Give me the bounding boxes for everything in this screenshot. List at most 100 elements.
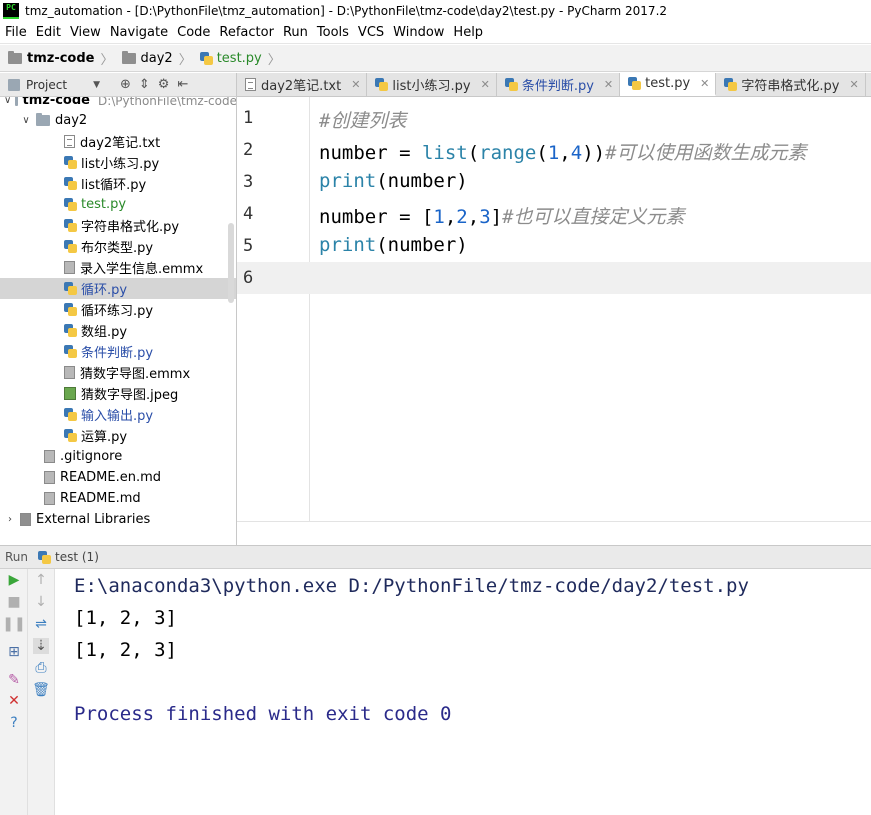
tree-item-tmz-code[interactable]: ∨ tmz-code D:\PythonFile\tmz-code	[0, 97, 236, 111]
menu-refactor[interactable]: Refactor	[214, 25, 278, 40]
hide-panel-icon[interactable]: ⇤	[177, 77, 188, 92]
trash-icon[interactable]: 🗑	[32, 682, 50, 698]
tree-item-operations[interactable]: 运算.py	[0, 425, 236, 446]
folder-icon	[8, 50, 22, 64]
editor-tab-bar: day2笔记.txt ✕ list小练习.py ✕ 条件判断.py ✕ test…	[237, 73, 871, 97]
tree-item-label: README.md	[60, 491, 141, 506]
code-builtin: print	[319, 234, 377, 256]
tree-scrollbar[interactable]	[228, 223, 234, 303]
menu-vcs[interactable]: VCS	[353, 25, 388, 40]
tree-item-day2[interactable]: ∨ day2	[0, 110, 236, 131]
tree-item-loop-exercise[interactable]: 循环练习.py	[0, 299, 236, 320]
chevron-down-icon[interactable]: ∨	[20, 115, 32, 126]
tree-item-day2-notes[interactable]: day2笔记.txt	[0, 131, 236, 152]
tab-day2-notes[interactable]: day2笔记.txt ✕	[237, 73, 368, 96]
pin-icon[interactable]: ✎	[6, 672, 22, 688]
tree-item-label: 数组.py	[81, 325, 128, 340]
tree-item-loop[interactable]: 循环.py	[0, 278, 236, 299]
menu-help[interactable]: Help	[448, 25, 487, 40]
breadcrumb-item-tmz-code[interactable]: tmz-code 〉	[0, 49, 114, 68]
arrow-up-icon[interactable]: ↑	[33, 572, 49, 588]
pause-icon[interactable]: ❚❚	[2, 616, 25, 632]
close-icon[interactable]: ✕	[351, 78, 360, 91]
dropdown-arrow-icon: ▼	[93, 79, 100, 90]
tree-item-test-py[interactable]: test.py	[0, 194, 236, 215]
tree-item-string-format[interactable]: 字符串格式化.py	[0, 215, 236, 236]
chevron-right-icon[interactable]: ›	[4, 514, 16, 525]
tree-item-input-output[interactable]: 输入输出.py	[0, 404, 236, 425]
tree-item-guess-map-jpeg[interactable]: 猜数字导图.jpeg	[0, 383, 236, 404]
breadcrumb-item-day2[interactable]: day2 〉	[114, 49, 192, 68]
breadcrumb: tmz-code 〉 day2 〉 test.py 〉	[0, 45, 871, 72]
python-file-icon	[64, 303, 77, 316]
menu-tools[interactable]: Tools	[312, 25, 353, 40]
tree-item-label: README.en.md	[60, 470, 161, 485]
menu-navigate[interactable]: Navigate	[105, 25, 172, 40]
menu-view[interactable]: View	[65, 25, 105, 40]
tree-item-readme-en[interactable]: README.en.md	[0, 467, 236, 488]
layout-icon[interactable]: ⊞	[6, 644, 22, 660]
tree-item-student-info[interactable]: 录入学生信息.emmx	[0, 257, 236, 278]
tab-label: test.py	[645, 76, 691, 91]
soft-wrap-icon[interactable]: ⇌	[33, 616, 49, 632]
scroll-to-end-icon[interactable]: ⇣	[33, 638, 49, 654]
code-builtin: print	[319, 170, 377, 192]
menu-edit[interactable]: Edit	[31, 25, 65, 40]
tree-item-gitignore[interactable]: .gitignore	[0, 446, 236, 467]
tree-item-label: 猜数字导图.emmx	[80, 367, 191, 382]
close-icon[interactable]: ✕	[6, 693, 22, 709]
code-builtin: list	[421, 142, 468, 164]
tree-item-array[interactable]: 数组.py	[0, 320, 236, 341]
run-tab-test[interactable]: test (1)	[38, 550, 99, 564]
tree-item-readme[interactable]: README.md	[0, 488, 236, 509]
close-icon[interactable]: ✕	[700, 77, 709, 90]
stop-icon[interactable]: ■	[6, 594, 22, 610]
code-token: number = [	[319, 206, 434, 228]
console-output[interactable]	[55, 569, 871, 815]
tree-item-list-exercise[interactable]: list小练习.py	[0, 152, 236, 173]
breadcrumb-label: day2	[140, 50, 173, 66]
tree-item-label: 条件判断.py	[81, 346, 154, 361]
close-icon[interactable]: ✕	[604, 78, 613, 91]
chevron-down-icon[interactable]: ∨	[4, 97, 11, 106]
tree-item-external-libraries[interactable]: › External Libraries	[0, 509, 236, 530]
help-icon[interactable]: ?	[6, 715, 22, 731]
tab-label: 条件判断.py	[521, 79, 594, 94]
menu-code[interactable]: Code	[172, 25, 214, 40]
python-file-icon	[375, 78, 389, 91]
tree-item-label: 字符串格式化.py	[81, 220, 180, 235]
text-file-icon	[245, 78, 256, 91]
line-number: 2	[243, 140, 254, 160]
python-file-icon	[64, 219, 77, 232]
breadcrumb-item-test-py[interactable]: test.py 〉	[192, 49, 281, 68]
project-icon	[8, 78, 20, 91]
gear-icon[interactable]: ⚙	[158, 77, 170, 92]
tree-item-boolean[interactable]: 布尔类型.py	[0, 236, 236, 257]
code-line-4: number = [1,2,3]#也可以直接定义元素	[319, 202, 685, 229]
arrow-down-icon[interactable]: ↓	[33, 594, 49, 610]
locate-icon[interactable]: ⊕	[120, 77, 131, 92]
file-icon	[44, 492, 55, 505]
menu-file[interactable]: File	[0, 25, 31, 40]
tab-string-format[interactable]: 字符串格式化.py ✕	[716, 73, 866, 96]
tree-item-list-loop[interactable]: list循环.py	[0, 173, 236, 194]
print-icon[interactable]: ⎙	[33, 660, 49, 676]
rerun-icon[interactable]: ▶	[6, 572, 22, 588]
tree-item-conditions[interactable]: 条件判断.py	[0, 341, 236, 362]
menu-run[interactable]: Run	[278, 25, 312, 40]
code-number: 2	[456, 206, 468, 228]
python-file-icon	[64, 240, 77, 253]
code-builtin: range	[479, 142, 537, 164]
close-icon[interactable]: ✕	[481, 78, 490, 91]
tree-item-guess-map-emmx[interactable]: 猜数字导图.emmx	[0, 362, 236, 383]
project-view-selector[interactable]: Project ▼	[8, 78, 100, 92]
run-toolbar-secondary: ↑ ↓ ⇌ ⇣ ⎙ 🗑	[28, 569, 55, 815]
tree-item-label: day2	[55, 113, 88, 128]
tab-conditions[interactable]: 条件判断.py ✕	[496, 73, 621, 96]
close-icon[interactable]: ✕	[849, 78, 858, 91]
menu-window[interactable]: Window	[388, 25, 448, 40]
collapse-all-icon[interactable]: ⇕	[139, 77, 150, 92]
file-icon	[64, 261, 75, 274]
tab-list-exercise[interactable]: list小练习.py ✕	[367, 73, 497, 96]
tab-test-py[interactable]: test.py ✕	[620, 73, 717, 96]
